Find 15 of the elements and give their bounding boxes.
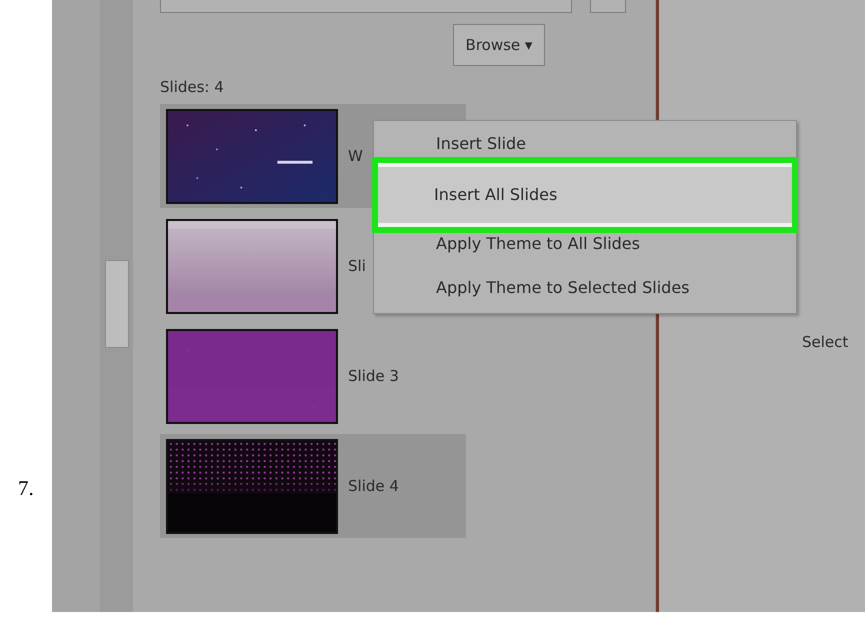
browse-button[interactable]: Browse ▾: [453, 24, 545, 66]
step-number: 7.: [18, 476, 34, 501]
slide-label: Sli: [348, 257, 366, 275]
slide-label: Slide 4: [348, 477, 399, 495]
input-field[interactable]: [160, 0, 572, 13]
slide-label: W: [348, 147, 363, 165]
slides-count: Slides: 4: [160, 78, 225, 98]
small-button[interactable]: [590, 0, 626, 13]
scrollbar-thumb[interactable]: [104, 260, 128, 348]
menu-item[interactable]: Apply Theme to All Slides: [374, 233, 796, 255]
slide-label: Slide 3: [348, 367, 399, 385]
select-text: Select: [802, 333, 848, 351]
menu-item[interactable]: Insert All Slides: [372, 157, 798, 233]
slide-item[interactable]: Slide 4: [160, 434, 466, 538]
menu-item[interactable]: Apply Theme to Selected Slides: [374, 265, 796, 311]
